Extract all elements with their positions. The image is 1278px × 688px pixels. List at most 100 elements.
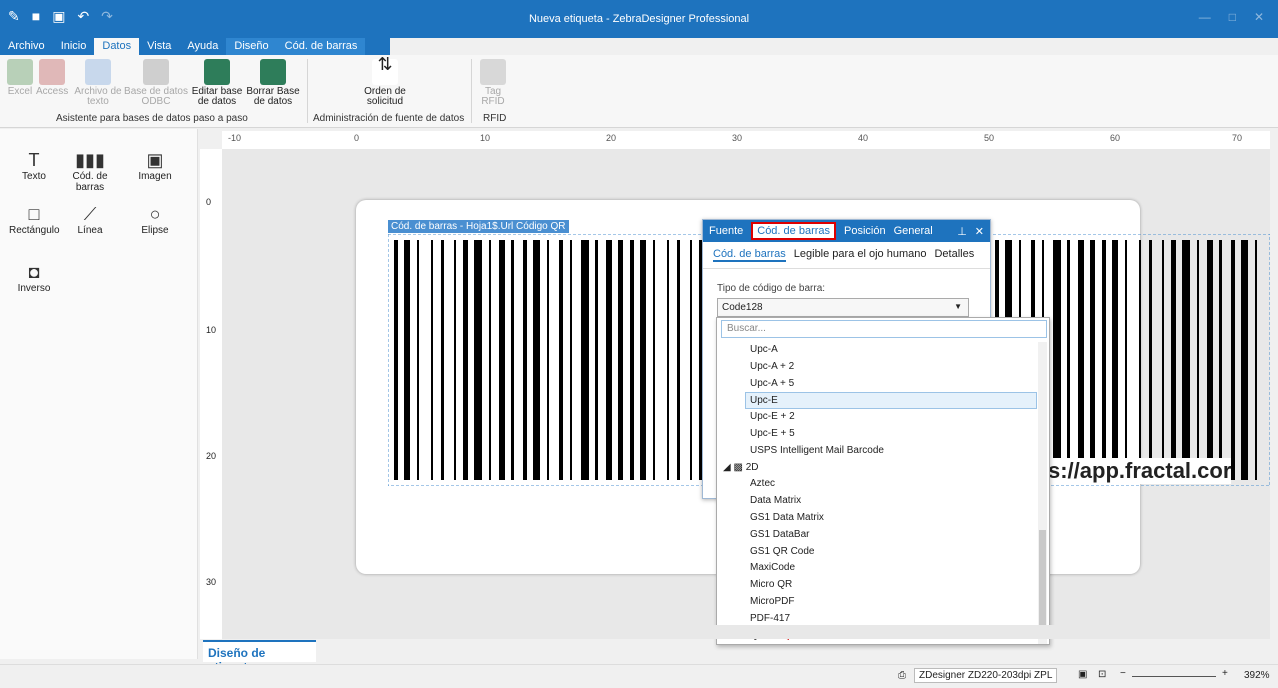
close-panel-icon[interactable]: ✕ — [975, 225, 984, 238]
list-item[interactable]: GS1 DataBar — [717, 527, 1037, 544]
tool-imagen[interactable]: ▣ Imagen — [130, 149, 180, 182]
subtab-legible[interactable]: Legible para el ojo humano — [794, 248, 927, 262]
tool-inverso[interactable]: ◘ Inverso — [9, 261, 59, 294]
search-input[interactable]: Buscar... — [721, 320, 1047, 338]
image-icon: ▣ — [146, 150, 164, 170]
barcode-icon: ▮▮▮ — [75, 150, 105, 170]
printer-icon: ⎙ — [898, 670, 906, 681]
barcode-bar — [511, 240, 514, 480]
list-item[interactable]: Upc-A — [717, 342, 1037, 359]
pin-icon[interactable]: ⊥ — [957, 225, 967, 238]
list-item[interactable]: Upc-E + 2 — [717, 409, 1037, 426]
tool-texto[interactable]: T Texto — [9, 149, 59, 182]
fit-width-icon[interactable]: ⊡ — [1098, 669, 1106, 680]
tab-archivo[interactable]: Archivo — [0, 38, 53, 55]
barcode-bar — [559, 240, 563, 480]
list-item[interactable]: USPS Intelligent Mail Barcode — [717, 443, 1037, 460]
tab-inicio[interactable]: Inicio — [53, 38, 95, 55]
window-controls: — □ ✕ — [1199, 10, 1264, 24]
access-icon — [39, 59, 65, 85]
list-item[interactable]: Upc-A + 5 — [717, 376, 1037, 393]
zoom-level: 392% — [1244, 670, 1270, 681]
fit-page-icon[interactable]: ▣ — [1078, 669, 1087, 680]
barcode-bar — [1241, 240, 1248, 480]
tool-rectangulo[interactable]: □ Rectángulo — [9, 203, 60, 236]
subtab-cod-barras[interactable]: Cód. de barras — [713, 248, 786, 262]
barcode-bar — [570, 240, 572, 480]
printer-select[interactable]: ZDesigner ZD220-203dpi ZPL — [914, 668, 1058, 683]
zoom-in-icon[interactable]: + — [1222, 668, 1228, 679]
tool-barcode[interactable]: ▮▮▮ Cód. de barras — [65, 149, 115, 193]
list-item[interactable]: MicroPDF — [717, 594, 1037, 611]
list-item[interactable]: GS1 QR Code — [717, 544, 1037, 561]
minimize-icon[interactable]: — — [1199, 10, 1211, 24]
barcode-bar — [1182, 240, 1190, 480]
barcode-bar — [1255, 240, 1257, 480]
tab-posicion[interactable]: Posición — [844, 225, 886, 237]
barcode-bar — [1149, 240, 1152, 480]
barcode-bar — [441, 240, 444, 480]
group-administracion: Administración de fuente de datos — [313, 113, 465, 124]
text-file-button[interactable]: Archivo de texto — [72, 59, 124, 107]
object-tag: Cód. de barras - Hoja1$.Url Código QR — [388, 220, 569, 233]
barcode-bar — [431, 240, 433, 480]
tab-datos[interactable]: Datos — [94, 38, 140, 55]
barcode-bar — [489, 240, 491, 480]
excel-button[interactable]: Excel — [6, 59, 34, 97]
list-item[interactable]: Upc-A + 2 — [717, 359, 1037, 376]
tab-diseno-etiqueta[interactable]: Diseño de etiqueta — [203, 640, 316, 674]
zoom-out-icon[interactable]: − — [1120, 668, 1126, 679]
access-button[interactable]: Access — [36, 59, 68, 97]
barcode-bar — [523, 240, 527, 480]
ribbon: Excel Access Archivo de texto Base de da… — [0, 55, 1278, 128]
tab-vista[interactable]: Vista — [139, 38, 179, 55]
barcode-bar — [394, 240, 398, 480]
barcode-type-label: Tipo de código de barra: — [717, 283, 826, 294]
list-item[interactable]: MaxiCode — [717, 560, 1037, 577]
edit-database-icon — [204, 59, 230, 85]
odbc-button[interactable]: Base de datos ODBC — [124, 59, 188, 107]
barcode-bar — [1102, 240, 1106, 480]
barcode-bar — [1231, 240, 1235, 480]
title-bar: ✎ ■ ▣ ↶ ↷ Nueva etiqueta - ZebraDesigner… — [0, 0, 1278, 38]
horizontal-scrollbar[interactable] — [222, 625, 1270, 639]
barcode-bar — [606, 240, 612, 480]
tab-fuente[interactable]: Fuente — [709, 225, 743, 237]
scrollbar-thumb[interactable] — [1039, 530, 1046, 636]
list-item[interactable]: Upc-E + 5 — [717, 426, 1037, 443]
tab-ayuda[interactable]: Ayuda — [179, 38, 226, 55]
tab-cod-barras[interactable]: Cód. de barras — [276, 38, 366, 55]
list-group-2d[interactable]: ◢ ▩ 2D — [717, 460, 1037, 477]
tool-elipse[interactable]: ○ Elipse — [130, 203, 180, 236]
barcode-bar — [1207, 240, 1213, 480]
barcode-bar — [677, 240, 680, 480]
tab-cod-barras-panel[interactable]: Cód. de barras — [751, 222, 837, 240]
tab-diseno[interactable]: Diseño — [226, 38, 277, 55]
edit-database-button[interactable]: Editar base de datos — [190, 59, 244, 107]
barcode-bar — [1078, 240, 1084, 480]
inverse-icon: ◘ — [28, 262, 40, 282]
zoom-slider[interactable] — [1132, 676, 1216, 677]
barcode-type-select[interactable]: Code128 ▼ — [717, 298, 969, 317]
barcode-bar — [630, 240, 634, 480]
barcode-bar — [1112, 240, 1118, 480]
list-item[interactable]: GS1 Data Matrix — [717, 510, 1037, 527]
tab-general[interactable]: General — [894, 225, 933, 237]
barcode-bar — [454, 240, 456, 480]
barcode-bar — [595, 240, 598, 480]
barcode-bar — [1162, 240, 1164, 480]
rfid-tag-button[interactable]: Tag RFID — [480, 59, 506, 107]
list-item[interactable]: Data Matrix — [717, 493, 1037, 510]
tool-linea[interactable]: ⟋ Línea — [65, 203, 115, 236]
request-order-button[interactable]: ⇅ Orden de solicitud — [358, 55, 412, 107]
maximize-icon[interactable]: □ — [1229, 10, 1236, 24]
barcode-bar — [1125, 240, 1127, 480]
close-icon[interactable]: ✕ — [1254, 10, 1264, 24]
dropdown-scrollbar[interactable] — [1038, 342, 1047, 644]
delete-database-button[interactable]: Borrar Base de datos — [246, 59, 300, 107]
list-item[interactable]: Micro QR — [717, 577, 1037, 594]
list-item[interactable]: Aztec — [717, 476, 1037, 493]
dropdown-list: Upc-A Upc-A + 2 Upc-A + 5 Upc-E Upc-E + … — [717, 342, 1037, 644]
subtab-detalles[interactable]: Detalles — [934, 248, 974, 262]
list-item-highlighted[interactable]: Upc-E — [745, 392, 1037, 410]
